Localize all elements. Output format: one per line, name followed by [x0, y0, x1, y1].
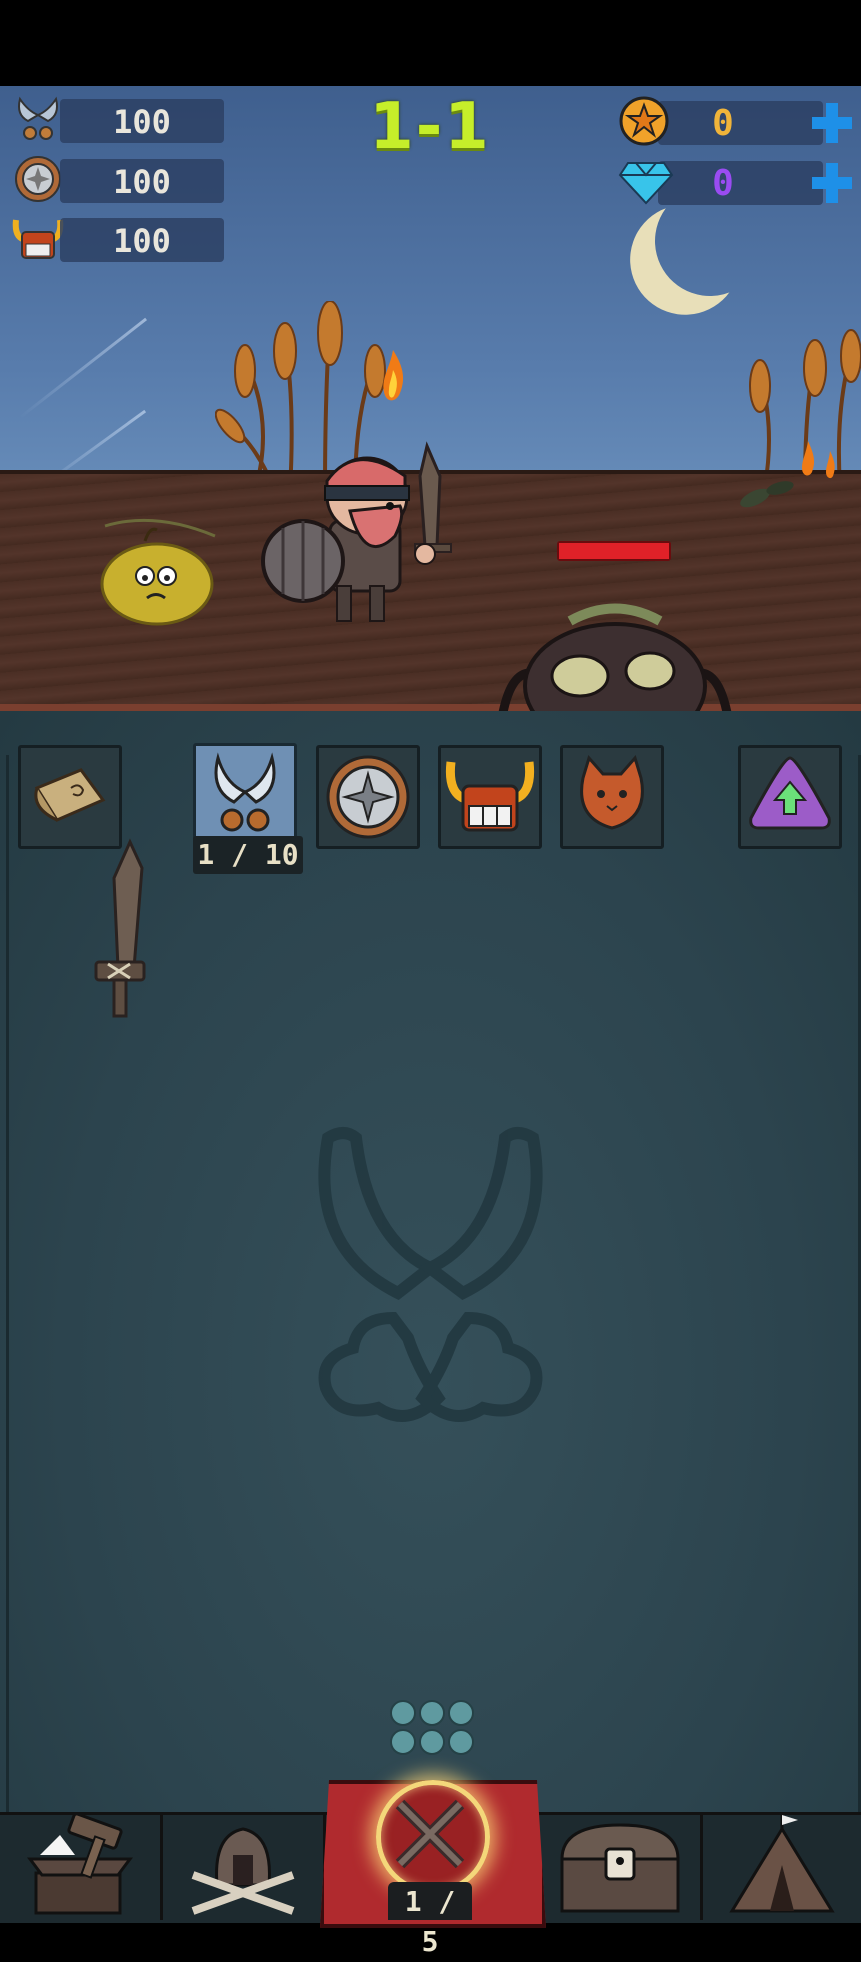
crossed-axes-icon — [18, 96, 58, 140]
sky-streak — [19, 317, 148, 419]
stage-label: 1-1 — [369, 90, 491, 164]
defense-value: 100 — [113, 163, 171, 201]
round-shield-icon — [326, 755, 410, 839]
cat-head-icon — [580, 754, 644, 830]
add-gold-button[interactable] — [808, 99, 856, 147]
health-stat: 100 — [12, 212, 224, 264]
horned-helmet-icon — [12, 219, 64, 259]
tent-icon — [729, 1815, 835, 1913]
crossed-axes-watermark-icon — [318, 1127, 543, 1422]
defense-stat: 100 — [12, 153, 224, 205]
page-dot — [390, 1700, 416, 1726]
scroll-icon — [34, 768, 106, 822]
tab-scroll[interactable] — [18, 745, 122, 849]
yellow-critter — [100, 518, 216, 626]
weapon-count-label: 1 / 10 — [197, 838, 299, 871]
page-dot — [448, 1700, 474, 1726]
battle-count: 1 / 5 — [388, 1882, 472, 1958]
gems-counter: 0 — [618, 153, 858, 209]
status-bar-area — [0, 0, 861, 86]
attack-stat: 100 — [12, 93, 224, 145]
helmet-swords-icon — [191, 1827, 295, 1915]
gold-value: 0 — [712, 103, 734, 144]
round-shield-icon — [15, 156, 61, 202]
treasure-chest-icon — [560, 1823, 680, 1913]
weapon-count: 1 / 10 — [193, 836, 303, 874]
enemy-health-fill — [559, 543, 669, 559]
page-dot — [448, 1729, 474, 1755]
battle-count-label: 1 / 5 — [404, 1885, 456, 1958]
leaves-decoration — [740, 481, 794, 508]
tab-shield[interactable] — [316, 745, 420, 849]
crossed-axes-icon — [214, 752, 276, 832]
battle-button[interactable] — [376, 1780, 490, 1894]
hero-viking — [261, 441, 452, 622]
attack-value: 100 — [113, 103, 171, 141]
flame-icon — [383, 350, 404, 401]
anvil-hammer-icon — [27, 1812, 133, 1915]
horned-helmet-icon — [445, 761, 535, 832]
tab-upgrade[interactable] — [738, 745, 842, 849]
upgrade-arrow-icon — [749, 756, 831, 830]
nav-forge[interactable] — [0, 1812, 163, 1920]
gold-counter: 0 — [618, 93, 858, 149]
health-value: 100 — [113, 222, 171, 260]
page-dot — [390, 1729, 416, 1755]
add-gems-button[interactable] — [808, 159, 856, 207]
nav-camp[interactable] — [702, 1815, 861, 1920]
crossed-swords-icon — [395, 1799, 465, 1869]
tab-pet[interactable] — [560, 745, 664, 849]
enemy-health-bar — [557, 541, 671, 561]
tab-helmet[interactable] — [438, 745, 542, 849]
nav-heroes[interactable] — [163, 1815, 326, 1920]
wooden-sword-icon[interactable] — [90, 838, 150, 1023]
tab-weapon[interactable] — [193, 743, 297, 847]
gems-value: 0 — [712, 163, 734, 204]
page-dot — [419, 1700, 445, 1726]
page-dot — [419, 1729, 445, 1755]
spider-enemy — [498, 603, 732, 711]
nav-chest[interactable] — [540, 1815, 703, 1920]
